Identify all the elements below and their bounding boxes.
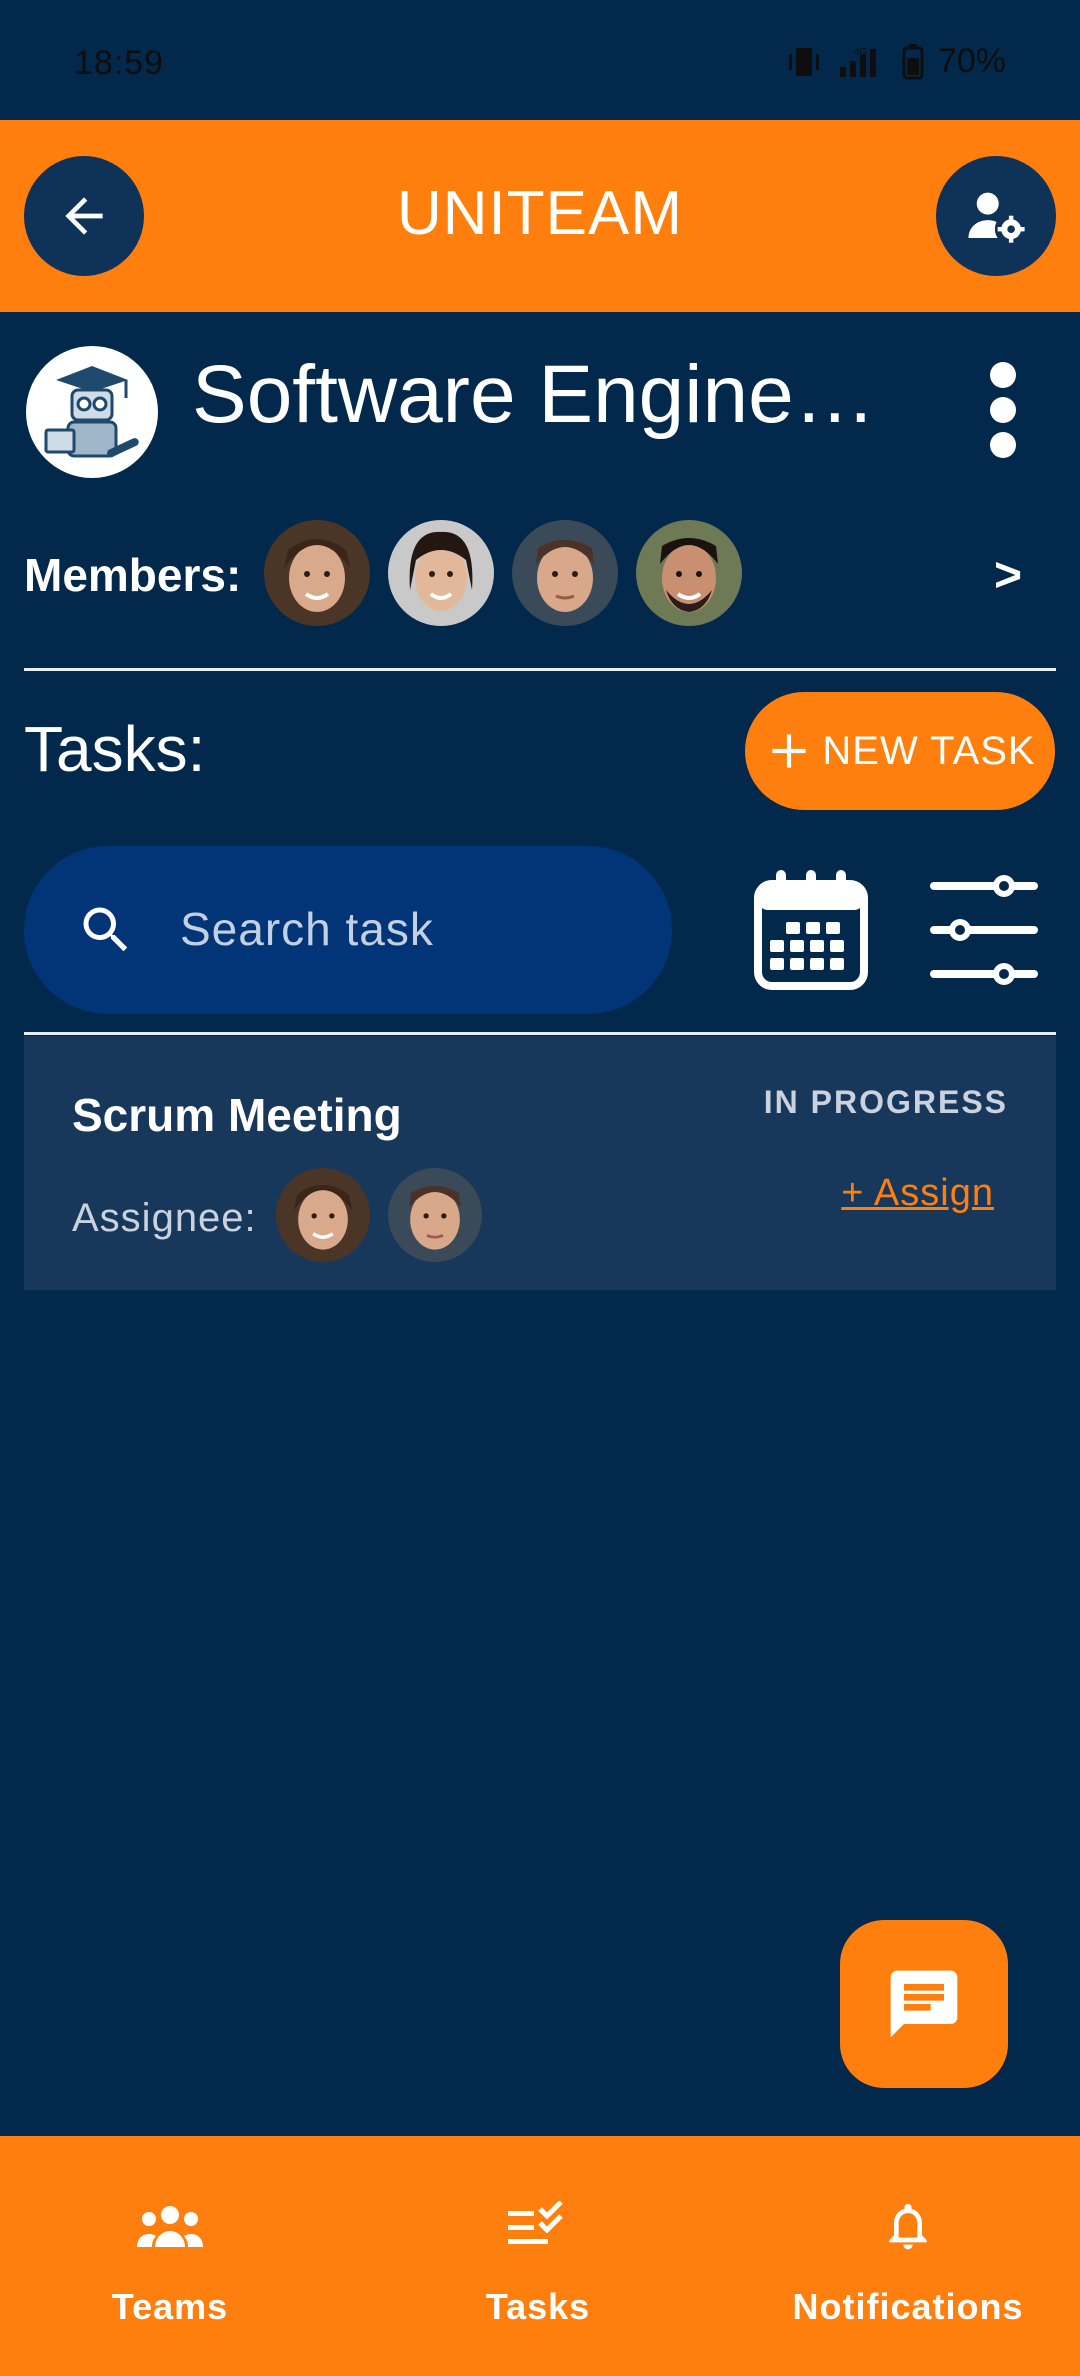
filter-button[interactable] (930, 872, 1038, 990)
status-time: 18:59 (74, 44, 165, 82)
tasks-label: Tasks: (24, 713, 206, 785)
search-placeholder: Search task (180, 903, 434, 955)
members-row: Members: > (24, 520, 1056, 630)
search-icon (83, 907, 128, 952)
back-button[interactable] (24, 156, 144, 276)
members-more-button[interactable]: > (994, 548, 1022, 603)
arrow-left-icon (65, 197, 103, 235)
team-settings-button[interactable] (936, 156, 1056, 276)
svg-text:4G: 4G (854, 47, 868, 58)
tasks-icon (508, 2201, 563, 2244)
new-task-button[interactable]: NEW TASK (745, 692, 1055, 810)
app-title: UNITEAM (397, 179, 683, 248)
calendar-icon (754, 870, 868, 990)
nav-teams-label: Teams (111, 2286, 229, 2327)
nav-notifications-label: Notifications (792, 2286, 1024, 2327)
team-name: Software Engine… (192, 349, 876, 440)
nav-teams[interactable]: Teams (70, 2136, 270, 2376)
battery-percent: 70% (937, 42, 1006, 80)
nav-tasks[interactable]: Tasks (438, 2136, 638, 2376)
team-logo[interactable] (26, 346, 158, 478)
new-task-label: NEW TASK (822, 728, 1036, 773)
assignee-avatar (276, 1168, 370, 1262)
robot-graduate-logo (44, 366, 139, 458)
chat-icon (890, 1970, 958, 2038)
task-status-badge: IN PROGRESS (763, 1084, 1008, 1120)
task-title: Scrum Meeting (72, 1089, 402, 1141)
members-label: Members: (24, 549, 242, 601)
sliders-icon (930, 875, 1038, 985)
nav-notifications[interactable]: Notifications (780, 2136, 1036, 2376)
team-header: Software Engine… (26, 346, 1056, 480)
assignee-label: Assignee: (72, 1196, 257, 1240)
member-avatar[interactable] (512, 520, 618, 626)
member-avatar[interactable] (636, 520, 742, 626)
signal-4g-icon: 4G (839, 47, 876, 77)
status-bar: 18:59 4G 70% (0, 0, 1080, 120)
more-options-icon[interactable] (988, 362, 1018, 458)
teams-icon (137, 2206, 203, 2247)
user-gear-icon (968, 192, 1025, 243)
status-icons: 4G 70% (786, 42, 1006, 81)
chat-button[interactable] (840, 1920, 1008, 2088)
app-bar: UNITEAM (0, 120, 1080, 312)
calendar-button[interactable] (752, 868, 870, 992)
vibrate-icon (788, 47, 819, 76)
assignee-avatar (388, 1168, 482, 1262)
divider (24, 668, 1056, 671)
divider (24, 1032, 1056, 1035)
assign-link[interactable]: + Assign (841, 1172, 994, 1215)
plus-icon (772, 734, 807, 768)
battery-icon (902, 43, 924, 79)
member-avatar[interactable] (388, 520, 494, 626)
nav-tasks-label: Tasks (485, 2286, 591, 2327)
bottom-nav: Teams Tasks Notifications (0, 2136, 1080, 2376)
member-avatar[interactable] (264, 520, 370, 626)
search-input[interactable]: Search task (24, 846, 672, 1014)
task-card[interactable]: Scrum Meeting IN PROGRESS Assignee: + As… (24, 1036, 1056, 1290)
bell-icon (889, 2203, 927, 2250)
